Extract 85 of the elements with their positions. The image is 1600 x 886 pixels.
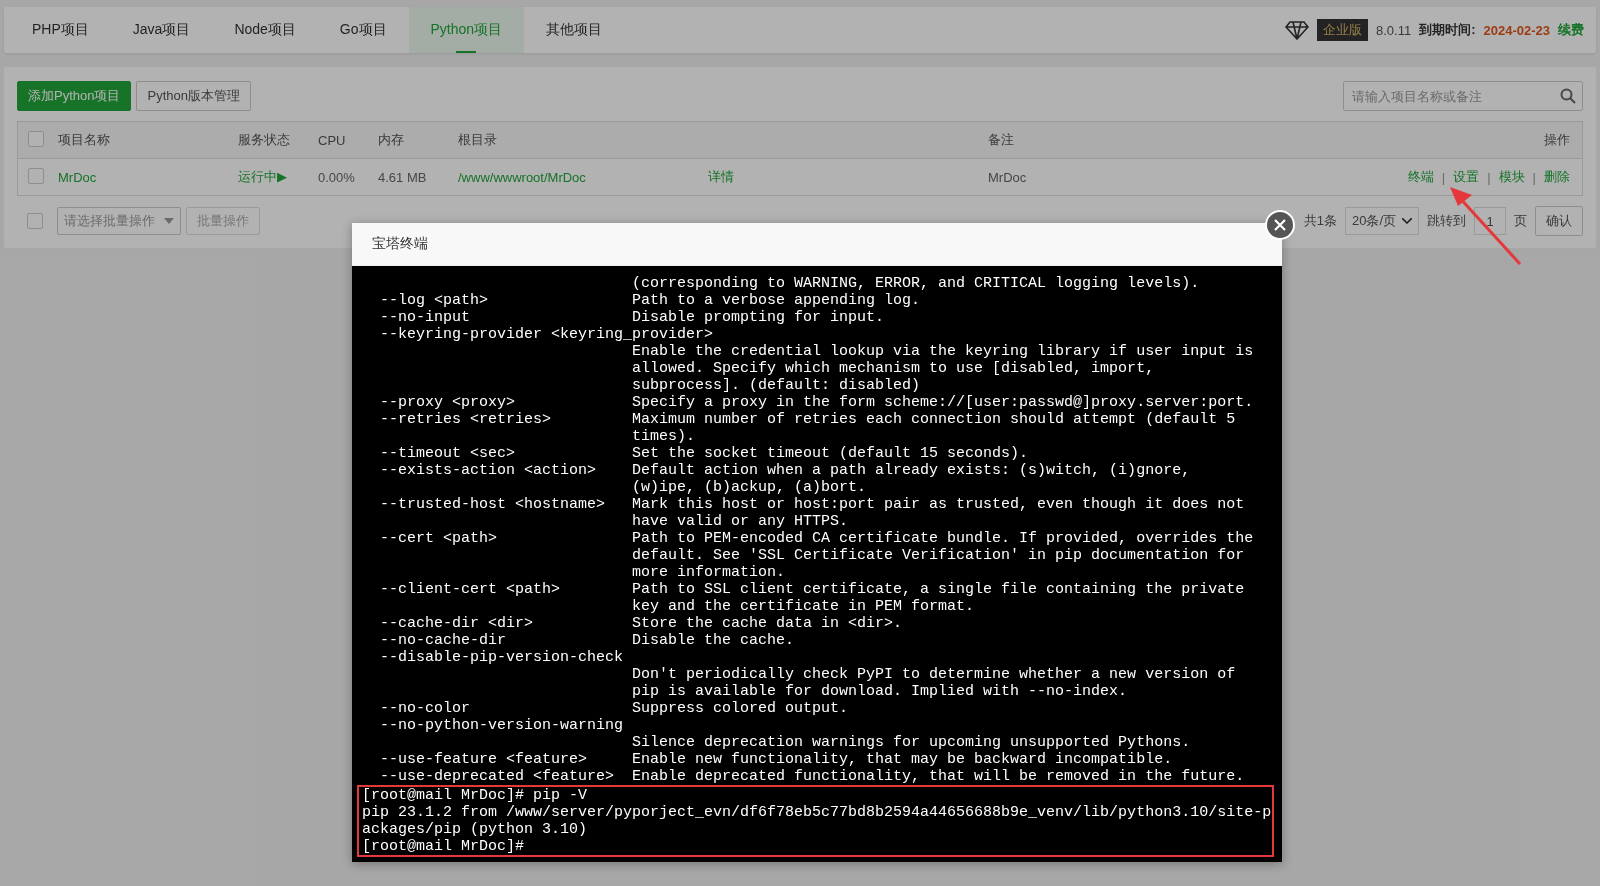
terminal-line: Don't periodically check PyPI to determine whether a new version of — [631, 666, 1237, 683]
action-link[interactable]: 删除 — [1544, 168, 1570, 186]
action-link[interactable]: 模块 — [1498, 168, 1525, 186]
checkbox[interactable] — [27, 213, 43, 229]
terminal-line: more information. — [631, 564, 787, 581]
tab[interactable]: 其他项目 — [524, 7, 625, 53]
separator: | — [1441, 169, 1446, 185]
diamond-icon — [1284, 20, 1309, 40]
terminal-line: --proxy <proxy> Specify a proxy in the form scheme://[user:passwd@]proxy.server:port. — [379, 394, 1255, 411]
separator: | — [1487, 169, 1491, 185]
terminal-line: --use-deprecated <feature> Enable deprecated functionality, that will be removed in the future. — [379, 768, 1246, 785]
terminal-line: [root@mail MrDoc]# — [362, 838, 526, 855]
terminal-line: allowed. Specify which mechanism to use [disabled, import, — [631, 360, 1156, 377]
table-cell-text: 0.00% — [318, 169, 356, 185]
terminal-line: default. See 'SSL Certificate Verification' in pip documentation for — [631, 547, 1246, 564]
jump-label: 跳转到 — [1427, 212, 1466, 230]
separator: | — [1532, 169, 1536, 185]
column-header: 项目名称 — [58, 131, 111, 149]
terminal-line: --no-color Suppress colored output. — [379, 700, 850, 717]
edition-badge: 企业版 — [1316, 19, 1368, 41]
terminal-line: --no-input Disable prompting for input. — [379, 309, 886, 326]
terminal-line: [root@mail MrDoc]# pip -V — [362, 787, 589, 804]
table-cell-text: 4.61 MB — [378, 169, 428, 185]
terminal-line: Enable the credential lookup via the keyring library if user input is — [631, 343, 1255, 360]
terminal-line: (corresponding to WARNING, ERROR, and CRITICAL logging levels). — [631, 275, 1201, 292]
column-header: 服务状态 — [238, 131, 291, 149]
project-name-link[interactable]: MrDoc — [58, 169, 238, 185]
search-field[interactable]: 请输入项目名称或备注 — [1343, 81, 1583, 111]
renew-link[interactable]: 续费 — [1558, 21, 1584, 39]
column-header: 操作 — [1543, 131, 1571, 149]
terminal-line: --use-feature <feature> Enable new functionality, that may be backward incompatible. — [379, 751, 1174, 768]
checkbox[interactable] — [28, 130, 44, 147]
caret-icon — [164, 218, 174, 224]
terminal-line: --trusted-host <hostname> Mark this host or host:port pair as trusted, even though it does not — [379, 496, 1246, 513]
tab[interactable]: Java项目 — [110, 7, 213, 53]
terminal-line: times). — [631, 428, 697, 445]
action-link[interactable]: 终端 — [1407, 168, 1434, 186]
terminal-line: pip is available for download. Implied with --no-index. — [631, 683, 1129, 700]
terminal-line: --retries <retries> Maximum number of retries each connection should attempt (default 5 — [379, 411, 1237, 428]
tab[interactable]: Node项目 — [212, 7, 318, 53]
column-header: 内存 — [378, 131, 405, 149]
detail-link[interactable]: 详情 — [708, 168, 988, 186]
tab[interactable]: Python项目 — [408, 7, 525, 53]
terminal-line: (w)ipe, (b)ackup, (a)bort. — [631, 479, 868, 496]
add-project-button[interactable]: 添加Python项目 — [17, 81, 132, 111]
column-header: CPU — [318, 132, 347, 148]
terminal-line: key and the certificate in PEM format. — [631, 598, 976, 615]
confirm-button[interactable]: 确认 — [1535, 206, 1583, 236]
tab[interactable]: PHP项目 — [10, 7, 111, 53]
column-header: 备注 — [988, 131, 1015, 149]
search-icon — [1560, 88, 1576, 104]
page-unit: 页 — [1514, 212, 1527, 230]
terminal-line: --timeout <sec> Set the socket timeout (default 15 seconds). — [379, 445, 1030, 462]
close-icon — [1274, 219, 1286, 231]
page-input[interactable]: 1 — [1474, 207, 1506, 235]
terminal-line: subprocess]. (default: disabled) — [631, 377, 922, 394]
terminal-line: ackages/pip (python 3.10) — [362, 821, 589, 838]
action-link[interactable]: 设置 — [1453, 168, 1480, 186]
terminal-line: --no-python-version-warning — [379, 717, 625, 734]
terminal-line: --exists-action <action> Default action when a path already exists: (s)witch, (i)gnore, — [379, 462, 1192, 479]
table-cell-text: MrDoc — [988, 169, 1028, 185]
terminal-line: pip 23.1.2 from /www/server/pyporject_evn/df6f78eb5c77bd8b2594a44656688b9e_venv/lib/python3.10/site-p — [362, 804, 1272, 821]
root-path-link[interactable]: /www/wwwroot/MrDoc — [458, 169, 708, 185]
terminal-line: Silence deprecation warnings for upcoming unsupported Pythons. — [631, 734, 1192, 751]
terminal-line: --log <path> Path to a verbose appending log. — [379, 292, 922, 309]
dialog-title: 宝塔终端 — [372, 235, 428, 253]
status-link[interactable]: 运行中▶ — [238, 168, 318, 186]
column-header: 根目录 — [458, 131, 498, 149]
terminal-line: --client-cert <path> Path to SSL client certificate, a single file containing the private — [379, 581, 1246, 598]
terminal-line: --cache-dir <dir> Store the cache data in <dir>. — [379, 615, 904, 632]
terminal-line: --no-cache-dir Disable the cache. — [379, 632, 796, 649]
terminal-line: --keyring-provider <keyring_provider> — [379, 326, 715, 343]
terminal-line: --disable-pip-version-check — [379, 649, 625, 666]
batch-select[interactable]: 请选择批量操作 — [57, 207, 181, 235]
total-text: 共1条 — [1303, 212, 1337, 230]
expiry-date: 2024-02-23 — [1483, 22, 1550, 38]
checkbox[interactable] — [28, 167, 44, 184]
page-size-select[interactable]: 20条/页 — [1344, 207, 1419, 235]
terminal-line: --cert <path> Path to PEM-encoded CA certificate bundle. If provided, overrides the — [379, 530, 1255, 547]
version-text: 8.0.11 — [1375, 22, 1412, 38]
tab[interactable]: Go项目 — [317, 7, 409, 53]
version-manage-button[interactable]: Python版本管理 — [136, 81, 251, 111]
terminal-line: have valid or any HTTPS. — [631, 513, 850, 530]
expiry-label: 到期时间: — [1419, 21, 1476, 39]
caret-icon — [1402, 218, 1412, 224]
